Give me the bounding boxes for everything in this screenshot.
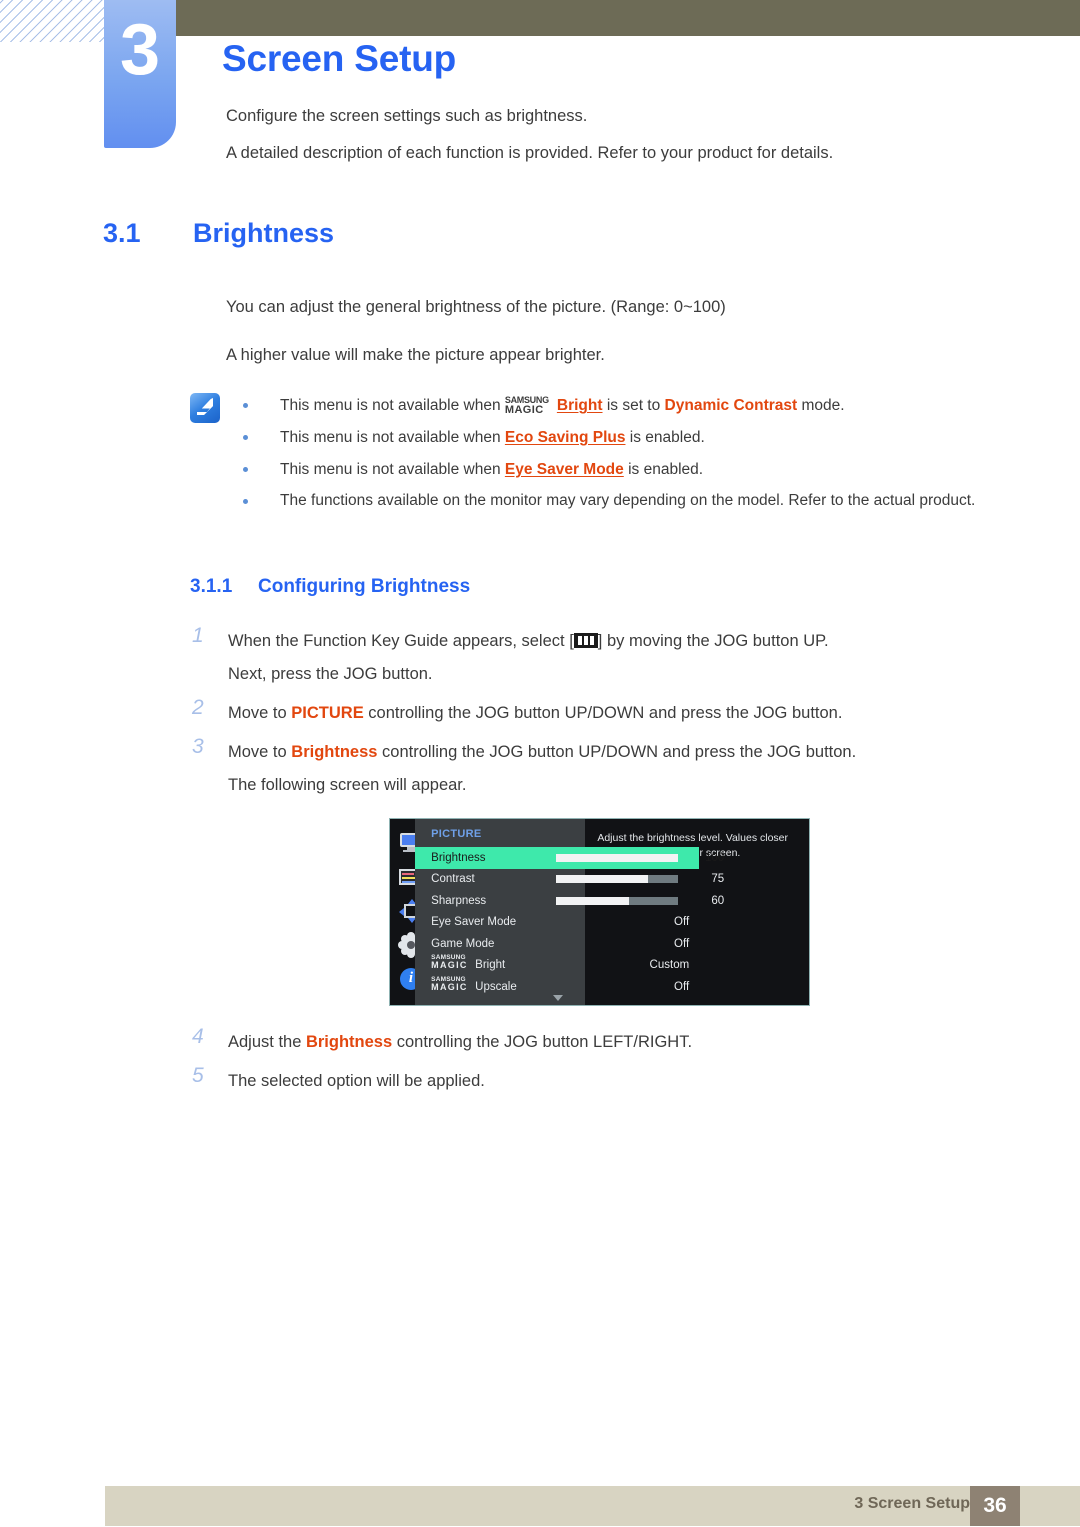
dynamic-contrast-highlight: Dynamic Contrast (664, 397, 798, 414)
section-title: Brightness (193, 218, 335, 248)
contrast-slider[interactable] (556, 875, 679, 884)
sharpness-slider[interactable] (556, 896, 679, 905)
osd-row-contrast[interactable]: Contrast 75 (415, 869, 724, 891)
subsection-heading: 3.1.1 Configuring Brightness (190, 576, 470, 598)
note-text-post: is enabled. (623, 461, 704, 478)
chapter-intro-line-2: A detailed description of each function … (226, 144, 834, 162)
step-line: The selected option will be applied. (228, 1072, 485, 1090)
step-line-2: Next, press the JOG button. (228, 665, 433, 683)
chapter-tab: 3 (104, 0, 176, 148)
chapter-title: Screen Setup (222, 38, 457, 79)
eco-saving-plus-highlight: Eco Saving Plus (504, 429, 626, 446)
note-text-mid: is set to (602, 397, 665, 414)
osd-row-sharpness[interactable]: Sharpness 60 (415, 890, 724, 912)
steps-list-upper: 1 When the Function Key Guide appears, s… (192, 624, 982, 808)
step-number: 5 (192, 1064, 204, 1087)
step-number: 1 (192, 624, 204, 647)
step-item: 3 Move to Brightness controlling the JOG… (192, 735, 982, 802)
step-item: 4 Adjust the Brightness controlling the … (192, 1025, 982, 1059)
steps-list-lower: 4 Adjust the Brightness controlling the … (192, 1025, 982, 1104)
step-number: 3 (192, 735, 204, 758)
osd-row-magic-bright[interactable]: SAMSUNG MAGIC Bright Custom (415, 954, 699, 977)
chapter-number: 3 (119, 10, 161, 90)
section-heading: 3.1 Brightness (103, 218, 334, 249)
brightness-highlight: Brightness (291, 743, 378, 761)
header-olive-bar (175, 0, 1080, 36)
note-text: The functions available on the monitor m… (280, 492, 976, 509)
chapter-intro-line-1: Configure the screen settings such as br… (226, 107, 588, 125)
bullet-dot (243, 435, 248, 440)
samsung-magic-upscale-label: SAMSUNG MAGIC Upscale (431, 975, 517, 993)
footer-chapter-label: 3 Screen Setup (854, 1495, 970, 1512)
note-bullet-list: This menu is not available when SAMSUNG M… (238, 390, 978, 517)
menu-bars-icon (573, 633, 598, 648)
section-number: 3.1 (103, 218, 141, 248)
brightness-slider[interactable] (556, 853, 679, 862)
note-bullet-item: This menu is not available when SAMSUNG M… (238, 390, 978, 421)
osd-row-list: Brightness 100 Contrast 75 Sharpness 60 … (415, 847, 724, 998)
brightness-highlight: Brightness (305, 1033, 393, 1051)
osd-row-brightness[interactable]: Brightness 100 (415, 847, 724, 869)
osd-menu-panel: PICTURE Brightness 100 Contrast 75 Sharp… (415, 819, 724, 1005)
step-line-2: The following screen will appear. (228, 776, 467, 794)
note-bullet-item: The functions available on the monitor m… (238, 486, 978, 516)
note-text: This menu is not available when (280, 397, 505, 414)
bullet-dot (243, 499, 248, 504)
document-page: 3 Screen Setup Configure the screen sett… (0, 0, 1080, 1527)
note-pen-icon (190, 393, 220, 423)
subsection-title: Configuring Brightness (258, 576, 471, 597)
step-item: 5 The selected option will be applied. (192, 1064, 982, 1098)
osd-row-eye-saver-mode[interactable]: Eye Saver Mode Off (415, 912, 699, 934)
note-bullet-item: This menu is not available when Eye Save… (238, 454, 978, 485)
osd-icon-rail: i (390, 819, 423, 1005)
note-text: This menu is not available when (280, 461, 505, 478)
note-text: This menu is not available when (280, 429, 505, 446)
header-hatch-decoration (0, 0, 110, 42)
step-item: 2 Move to PICTURE controlling the JOG bu… (192, 696, 982, 730)
eye-saver-mode-highlight: Eye Saver Mode (504, 461, 624, 478)
note-text-post: mode. (797, 397, 845, 414)
chevron-down-icon[interactable] (553, 995, 564, 1001)
samsung-magic-bright-label: SAMSUNG MAGIC Bright (431, 954, 506, 972)
note-text-post: is enabled. (625, 429, 705, 446)
step-number: 4 (192, 1025, 204, 1048)
step-line: Move to PICTURE controlling the JOG butt… (228, 704, 843, 722)
section-paragraph-2: A higher value will make the picture app… (226, 346, 605, 364)
magic-bright-highlight: Bright (556, 397, 603, 414)
osd-menu-screenshot: i PICTURE Brightness 100 Contrast 75 Sha… (389, 818, 810, 1006)
osd-row-game-mode[interactable]: Game Mode Off (415, 933, 699, 955)
step-number: 2 (192, 696, 204, 719)
step-item: 1 When the Function Key Guide appears, s… (192, 624, 982, 691)
subsection-number: 3.1.1 (190, 576, 233, 597)
section-paragraph-1: You can adjust the general brightness of… (226, 298, 726, 316)
step-line: Adjust the Brightness controlling the JO… (228, 1033, 693, 1051)
bullet-dot (243, 403, 248, 408)
page-number: 36 (970, 1486, 1020, 1526)
step-line: Move to Brightness controlling the JOG b… (228, 743, 857, 761)
osd-panel-title: PICTURE (431, 828, 482, 840)
bullet-dot (243, 467, 248, 472)
step-line: When the Function Key Guide appears, sel… (228, 632, 829, 650)
samsung-magic-label: SAMSUNG MAGIC (504, 394, 549, 416)
picture-highlight: PICTURE (291, 704, 364, 722)
note-bullet-item: This menu is not available when Eco Savi… (238, 422, 978, 453)
